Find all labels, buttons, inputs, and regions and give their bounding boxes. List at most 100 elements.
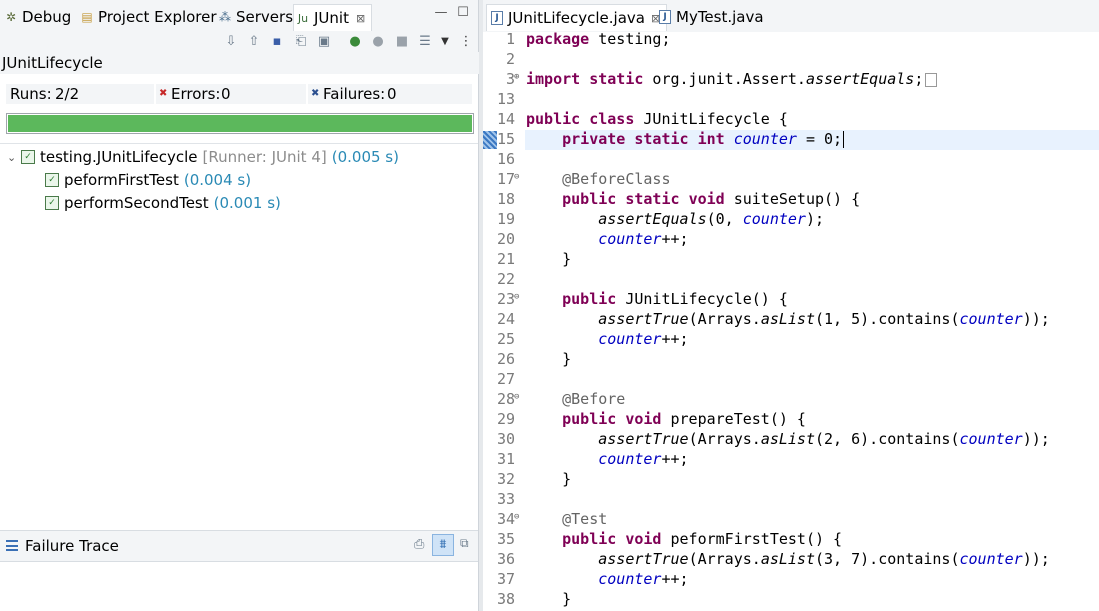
code-line[interactable]: package testing; bbox=[526, 30, 671, 48]
line-number: 25 bbox=[496, 330, 515, 348]
line-number: 13 bbox=[496, 90, 515, 108]
code-area[interactable]: 1 package testing; 2 3 ⊕ import static org.ju… bbox=[483, 30, 1099, 611]
folder-icon: ▤ bbox=[81, 10, 93, 24]
code-line[interactable]: @BeforeClass bbox=[526, 170, 670, 188]
collapse-icon[interactable]: ⊖ bbox=[514, 512, 524, 522]
test-run-history-icon[interactable]: ☰ bbox=[416, 33, 434, 51]
close-icon[interactable]: ⊠ bbox=[356, 12, 365, 25]
runs-value: 2/2 bbox=[55, 85, 80, 103]
code-line[interactable]: assertEquals(0, counter); bbox=[526, 210, 824, 228]
next-failure-icon[interactable]: ⇩ bbox=[222, 33, 240, 51]
tree-test-row[interactable]: ✓ peformFirstTest (0.004 s) bbox=[45, 169, 251, 191]
filter-stack-icon[interactable]: ⩩ bbox=[432, 534, 454, 556]
line-number: 18 bbox=[496, 190, 515, 208]
test-name: peformFirstTest bbox=[64, 171, 179, 189]
tab-debug[interactable]: ✲ Debug bbox=[4, 6, 71, 28]
expand-icon[interactable]: ⊕ bbox=[514, 72, 524, 82]
test-passed-icon: ✓ bbox=[45, 173, 59, 187]
code-line[interactable]: counter++; bbox=[526, 330, 688, 348]
line-number: 20 bbox=[496, 230, 515, 248]
junit-icon: Ju bbox=[297, 11, 309, 25]
line-number: 35 bbox=[496, 530, 515, 548]
compare-results-icon[interactable]: ⎙ bbox=[414, 537, 424, 552]
java-file-icon: J bbox=[659, 10, 671, 24]
tab-junit[interactable]: Ju JUnit ⊠ bbox=[293, 4, 373, 31]
junit-toolbar: ⇩ ⇧ ▪ ⎗ ▣ ● ● ■ ☰ ▼ ⋮ bbox=[0, 32, 478, 52]
java-editor: J JUnitLifecycle.java ⊠ J MyTest.java 1p… bbox=[483, 0, 1099, 611]
tree-suite-row[interactable]: ⌄ ✓ testing.JUnitLifecycle [Runner: JUni… bbox=[7, 146, 399, 168]
code-line[interactable]: assertTrue(Arrays.asList(2, 6).contains(… bbox=[526, 430, 1050, 448]
line-number: 16 bbox=[496, 150, 515, 168]
collapse-icon[interactable]: ⊖ bbox=[514, 292, 524, 302]
line-number: 30 bbox=[496, 430, 515, 448]
code-line[interactable]: public JUnitLifecycle() { bbox=[526, 290, 788, 308]
line-number: 32 bbox=[496, 470, 515, 488]
view-tab-bar: ✲ Debug ▤ Project Explorer ⁂ Servers Ju … bbox=[0, 0, 478, 32]
collapse-icon[interactable]: ⊖ bbox=[514, 172, 524, 182]
line-number: 2 bbox=[505, 50, 515, 68]
tab-label: Project Explorer bbox=[98, 8, 217, 26]
chevron-down-icon[interactable]: ⌄ bbox=[7, 151, 21, 164]
java-file-icon: J bbox=[491, 11, 503, 25]
code-line[interactable]: counter++; bbox=[526, 570, 688, 588]
code-line[interactable]: @Test bbox=[526, 510, 607, 528]
code-line[interactable]: assertTrue(Arrays.asList(1, 5).contains(… bbox=[526, 310, 1050, 328]
servers-icon: ⁂ bbox=[219, 10, 231, 24]
code-line[interactable]: import static org.junit.Assert.assertEqu… bbox=[526, 70, 938, 88]
copy-trace-icon[interactable]: ⧉ bbox=[460, 536, 469, 551]
rerun-icon[interactable]: ● bbox=[346, 33, 364, 51]
failures-value: 0 bbox=[387, 85, 397, 103]
show-failures-only-icon[interactable]: ▪ bbox=[268, 33, 286, 51]
error-icon: ✖ bbox=[159, 88, 168, 99]
suite-runner: [Runner: JUnit 4] bbox=[202, 148, 327, 166]
folded-imports-marker[interactable] bbox=[925, 72, 938, 87]
code-line[interactable]: public void peformFirstTest() { bbox=[526, 530, 842, 548]
line-number: 1 bbox=[505, 30, 515, 48]
suite-name: testing.JUnitLifecycle bbox=[40, 148, 198, 166]
line-number: 27 bbox=[496, 370, 515, 388]
scroll-lock-icon[interactable]: ⎗ bbox=[292, 33, 310, 51]
code-line[interactable]: counter++; bbox=[526, 450, 688, 468]
chevron-down-icon[interactable]: ▼ bbox=[436, 33, 454, 51]
minimize-icon[interactable]: — bbox=[434, 6, 448, 20]
rerun-failed-first-icon[interactable]: ● bbox=[369, 33, 387, 51]
code-line[interactable]: public class JUnitLifecycle { bbox=[526, 110, 788, 128]
bug-icon: ✲ bbox=[5, 10, 17, 24]
line-number: 36 bbox=[496, 550, 515, 568]
line-number: 28 bbox=[496, 390, 515, 408]
code-line[interactable]: } bbox=[526, 590, 571, 608]
code-line[interactable]: assertTrue(Arrays.asList(3, 7).contains(… bbox=[526, 550, 1050, 568]
code-line[interactable]: } bbox=[526, 350, 571, 368]
tab-junitlifecycle-java[interactable]: J JUnitLifecycle.java ⊠ bbox=[486, 4, 668, 31]
test-tree: ⌄ ✓ testing.JUnitLifecycle [Runner: JUni… bbox=[0, 143, 478, 530]
tab-mytest-java[interactable]: J MyTest.java bbox=[659, 4, 764, 30]
maximize-icon[interactable]: ☐ bbox=[456, 6, 470, 20]
failure-icon: ✖ bbox=[311, 88, 320, 99]
code-line[interactable]: } bbox=[526, 470, 571, 488]
tab-servers[interactable]: ⁂ Servers bbox=[218, 6, 293, 28]
test-suite-icon: ✓ bbox=[21, 150, 35, 164]
code-line[interactable]: private static int counter = 0; bbox=[526, 130, 845, 148]
tree-test-row[interactable]: ✓ performSecondTest (0.001 s) bbox=[45, 192, 281, 214]
progress-bar bbox=[6, 113, 474, 134]
code-line[interactable]: public void prepareTest() { bbox=[526, 410, 806, 428]
line-number: 26 bbox=[496, 350, 515, 368]
collapse-icon[interactable]: ⊖ bbox=[514, 392, 524, 402]
code-line[interactable]: } bbox=[526, 250, 571, 268]
previous-failure-icon[interactable]: ⇧ bbox=[245, 33, 263, 51]
errors-counter: ✖ Errors: 0 bbox=[156, 84, 306, 104]
view-menu-icon[interactable]: ⋮ bbox=[457, 33, 475, 51]
line-number: 22 bbox=[496, 270, 515, 288]
line-number: 34 bbox=[496, 510, 515, 528]
line-number: 29 bbox=[496, 410, 515, 428]
tab-project-explorer[interactable]: ▤ Project Explorer bbox=[80, 6, 217, 28]
history-icon[interactable]: ▣ bbox=[315, 33, 333, 51]
editor-tab-bar: J JUnitLifecycle.java ⊠ J MyTest.java bbox=[483, 0, 1099, 32]
line-number: 37 bbox=[496, 570, 515, 588]
stop-icon[interactable]: ■ bbox=[393, 33, 411, 51]
code-line[interactable]: counter++; bbox=[526, 230, 688, 248]
code-line[interactable]: @Before bbox=[526, 390, 625, 408]
tab-label: MyTest.java bbox=[676, 8, 764, 26]
test-name: performSecondTest bbox=[64, 194, 209, 212]
code-line[interactable]: public static void suiteSetup() { bbox=[526, 190, 860, 208]
